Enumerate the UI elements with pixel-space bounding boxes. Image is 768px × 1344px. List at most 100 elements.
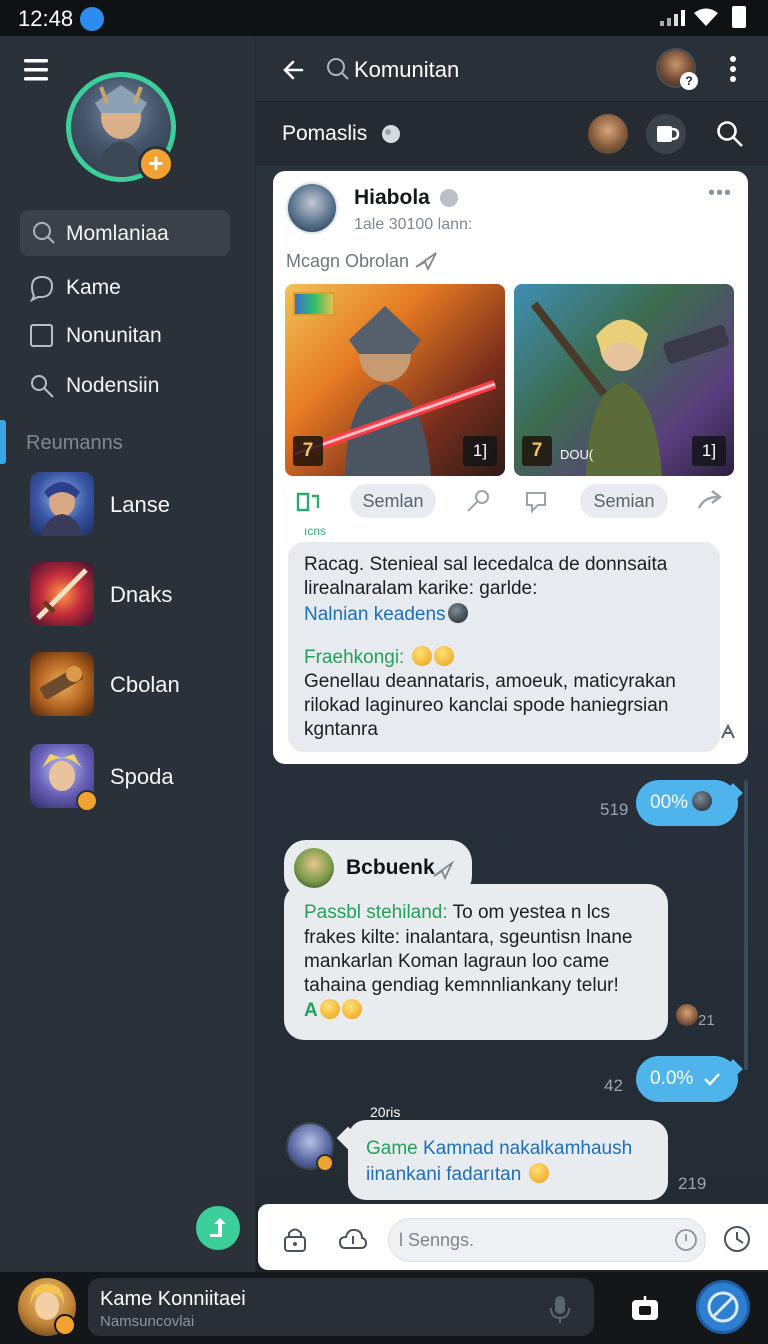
outgoing-message[interactable]: 00% <box>636 780 738 826</box>
post-more-icon[interactable]: ••• <box>708 182 732 205</box>
message-time: 519 <box>600 800 629 819</box>
message-line: A <box>304 999 362 1022</box>
message-prefix: A <box>304 1000 318 1021</box>
read-avatar <box>676 1004 698 1026</box>
square-icon <box>28 322 56 350</box>
back-arrow-icon[interactable] <box>280 56 308 84</box>
add-profile-button[interactable]: + <box>138 146 174 182</box>
forward-arrow-icon[interactable] <box>696 488 724 514</box>
message-text: 00% <box>650 792 689 813</box>
share-screen-icon[interactable] <box>628 1292 662 1326</box>
image-badge-right: 1] <box>692 436 726 466</box>
comment-icon[interactable] <box>522 488 550 514</box>
post-image[interactable]: 7 DOU( 1] <box>514 284 734 476</box>
help-badge-icon: ? <box>680 72 698 90</box>
room-label: Cbolan <box>110 672 180 697</box>
signal-icon <box>660 10 686 26</box>
microphone-icon[interactable] <box>548 1294 572 1324</box>
new-chat-button[interactable] <box>196 1206 240 1250</box>
compose-button[interactable] <box>696 1280 750 1334</box>
message-input[interactable]: l Senngs. <box>388 1218 706 1262</box>
avatar-badge <box>316 1154 334 1172</box>
sidebar-item-nonunitan[interactable]: Nonunitan <box>28 316 248 356</box>
search-icon <box>32 221 56 245</box>
emoji-icon <box>447 603 468 623</box>
quote-line: Racag. Stenieal sal lecedalca de donnsai… <box>304 554 668 575</box>
post-subtitle: Mcagn Obrolan <box>286 251 410 271</box>
room-badge <box>76 790 98 812</box>
chat-bubble-icon <box>28 274 56 302</box>
my-status: Namsuncovlai <box>100 1313 195 1330</box>
lock-icon[interactable] <box>280 1224 310 1254</box>
image-badge-icon <box>293 292 335 316</box>
sender-avatar[interactable] <box>294 848 334 888</box>
incoming-message[interactable] <box>348 1120 668 1200</box>
quote-link-row: Nalnian keadens <box>304 603 468 626</box>
globe-icon <box>380 123 402 145</box>
post-image[interactable]: 7 1] <box>285 284 505 476</box>
sidebar-search[interactable]: Momlaniaa <box>20 210 230 256</box>
reply-icon[interactable] <box>718 722 738 742</box>
more-options-icon[interactable] <box>728 54 738 84</box>
sidebar-item-label: Nonunitan <box>66 324 162 347</box>
message-line: Game Kamnad nakalkamhaush <box>366 1138 632 1160</box>
emoji-icon <box>433 646 454 666</box>
member-avatar[interactable] <box>588 114 628 154</box>
message-time: 42 <box>604 1076 623 1095</box>
scrollbar[interactable] <box>744 780 748 1070</box>
room-thumbnail <box>30 472 94 536</box>
hamburger-menu-icon[interactable] <box>22 56 52 84</box>
quote-line: lirealnaralam karike: garlde: <box>304 578 538 599</box>
quote-green-text: Fraehkongi: <box>304 647 405 668</box>
search-icon[interactable] <box>716 120 744 148</box>
room-thumbnail <box>30 562 94 626</box>
emoji-icon <box>411 646 432 666</box>
sidebar-item-kame[interactable]: Kame <box>28 268 248 308</box>
app-notification-icon <box>80 7 104 31</box>
sidebar-item-nodensiin[interactable]: Nodensiin <box>28 366 248 406</box>
avatar-emoji-icon <box>692 791 713 811</box>
room-lanse[interactable]: Lanse <box>30 472 250 538</box>
search-icon[interactable] <box>326 57 350 81</box>
post-author-avatar[interactable] <box>286 182 338 234</box>
share-icon[interactable] <box>294 488 322 514</box>
emoji-icon <box>528 1163 549 1183</box>
verified-icon <box>440 189 458 207</box>
room-label: Dnaks <box>110 582 173 607</box>
message-text: To om yestea n lcs <box>452 902 610 923</box>
image-tag: DOU( <box>560 447 594 462</box>
quote-link[interactable]: Nalnian keadens <box>304 604 446 625</box>
cloud-upload-icon[interactable] <box>338 1224 368 1254</box>
emoji-icon <box>341 999 362 1019</box>
my-status-badge <box>54 1314 76 1336</box>
cup-icon[interactable] <box>646 114 686 154</box>
message-text: iinankani fadarıtan <box>366 1164 522 1185</box>
emoji-icon <box>319 999 340 1019</box>
emoji-picker-icon[interactable] <box>674 1228 698 1252</box>
sender-name[interactable]: Bcbuenk <box>346 856 435 880</box>
header-title: Komunitan <box>354 57 460 82</box>
room-label: Spoda <box>110 764 174 789</box>
room-cbolan[interactable]: Cbolan <box>30 652 250 718</box>
room-dnaks[interactable]: Dnaks <box>30 562 250 628</box>
outgoing-message[interactable]: 0.0% <box>636 1056 738 1102</box>
check-icon <box>703 1073 720 1086</box>
message-line: tahaina gendiag kemnnliankany telur! <box>304 975 619 996</box>
post-small-label: ıcns <box>304 524 327 538</box>
sidebar-item-label: Kame <box>66 276 121 299</box>
room-spoda[interactable]: Spoda <box>30 744 250 812</box>
message-time: 21 <box>698 1012 715 1029</box>
image-badge-left: 7 <box>522 436 552 466</box>
search-icon[interactable] <box>464 488 492 514</box>
clock-icon[interactable] <box>722 1224 752 1254</box>
room-thumbnail <box>30 652 94 716</box>
action-pill[interactable]: Semian <box>580 484 668 518</box>
status-bar <box>0 0 768 36</box>
image-badge-left: 7 <box>293 436 323 466</box>
post-author[interactable]: Hiabola <box>354 186 430 210</box>
battery-icon <box>732 6 746 28</box>
search-icon <box>28 372 56 400</box>
action-pill[interactable]: Semlan <box>350 484 436 518</box>
quote-line: rilokad laginureo kanclai spode haniegrs… <box>304 695 669 716</box>
send-icon <box>432 860 454 880</box>
